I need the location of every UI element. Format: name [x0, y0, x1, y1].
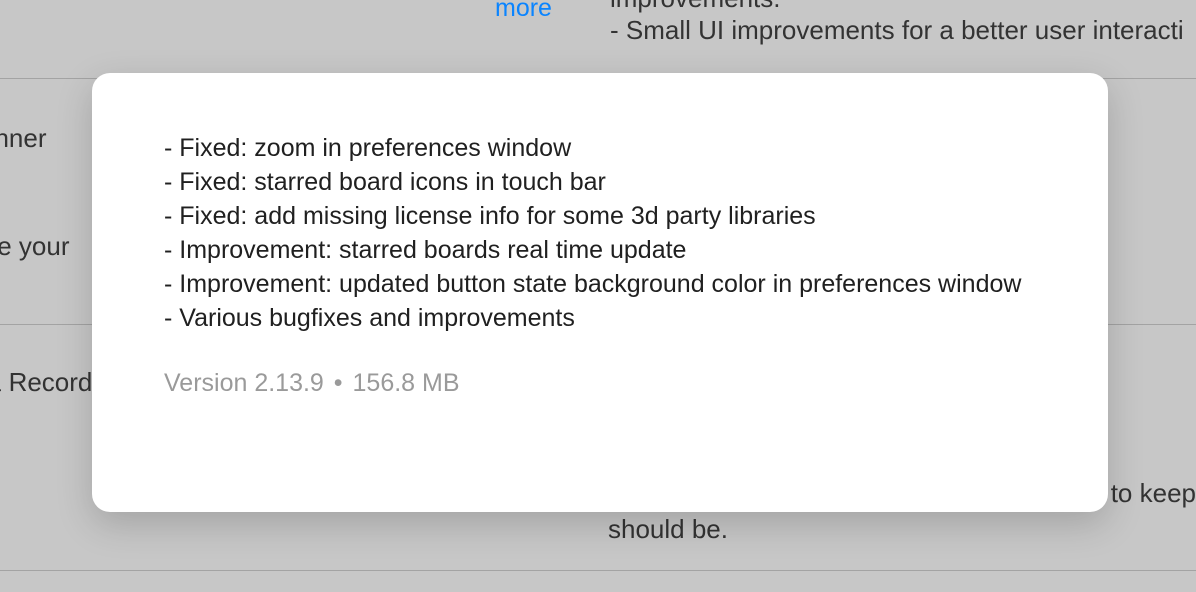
more-link[interactable]: more — [495, 0, 552, 23]
background-left-item: nize your — [0, 231, 70, 262]
background-left-item: & Recorde — [0, 367, 107, 398]
separator-dot: • — [334, 369, 343, 397]
size-label: 156.8 MB — [353, 369, 460, 397]
version-label: Version 2.13.9 — [164, 369, 324, 397]
release-note-item: - Improvement: starred boards real time … — [164, 233, 1036, 267]
release-note-item: - Improvement: updated button state back… — [164, 267, 1036, 301]
release-note-item: - Fixed: starred board icons in touch ba… — [164, 165, 1036, 199]
background-text: should be. — [608, 514, 728, 544]
release-note-item: - Various bugfixes and improvements — [164, 301, 1036, 335]
release-notes-list: - Fixed: zoom in preferences window - Fi… — [164, 131, 1036, 335]
background-left-item: anner — [0, 123, 47, 154]
release-note-item: - Fixed: zoom in preferences window — [164, 131, 1036, 165]
version-size-line: Version 2.13.9 • 156.8 MB — [164, 369, 1036, 398]
divider — [0, 570, 1196, 571]
background-top-description: improvements. - Small UI improvements fo… — [610, 0, 1196, 46]
release-note-item: - Fixed: add missing license info for so… — [164, 199, 1036, 233]
release-notes-popover: - Fixed: zoom in preferences window - Fi… — [92, 73, 1108, 512]
background-text: - Small UI improvements for a better use… — [610, 15, 1184, 45]
background-text: to keep — [1111, 478, 1196, 508]
background-text: improvements. — [610, 0, 781, 13]
